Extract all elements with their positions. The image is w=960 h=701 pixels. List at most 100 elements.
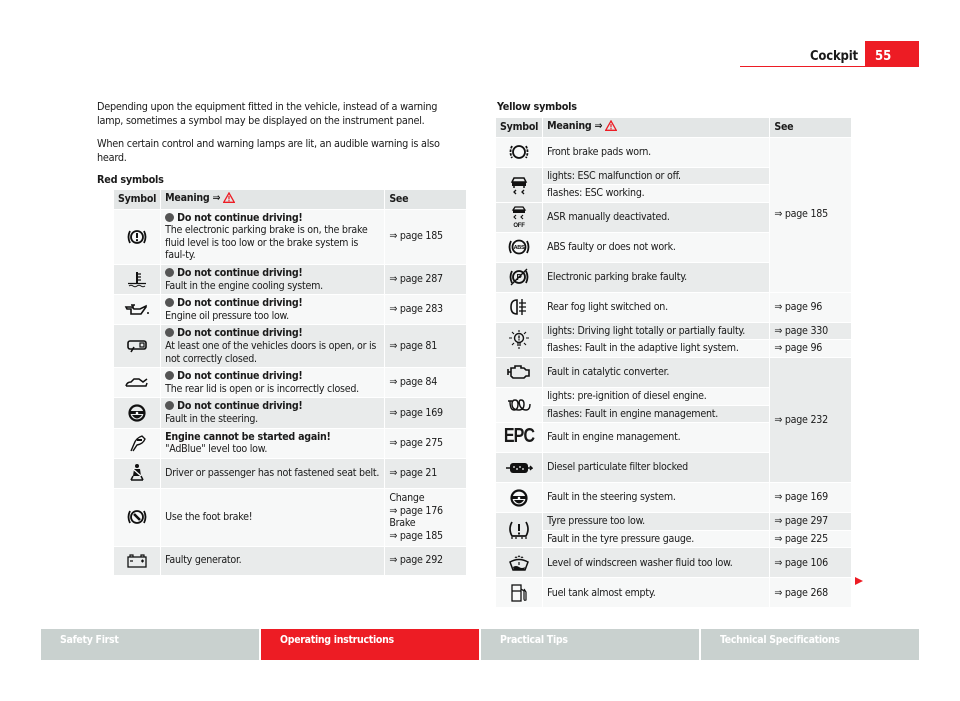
- row-title: Engine cannot be started again!: [165, 430, 331, 443]
- red-symbols-table: Symbol Meaning ⇒ See Do not continue dri…: [114, 190, 467, 576]
- table-row: Use the foot brake! Change ⇒ page 176 Br…: [114, 488, 467, 547]
- fuel-icon: [496, 577, 544, 609]
- footer-tab-practical-tips[interactable]: Practical Tips: [481, 629, 701, 660]
- footer-tab-technical-specifications[interactable]: Technical Specifications: [701, 629, 919, 660]
- page-reference[interactable]: ⇒ page 84: [384, 367, 467, 399]
- row-meaning: flashes: ESC working.: [542, 184, 771, 203]
- table-row: Do not continue driving! Engine oil press…: [114, 294, 467, 326]
- stop-icon: [165, 328, 175, 338]
- row-meaning: Front brake pads worn.: [542, 137, 771, 168]
- row-meaning: Do not continue driving! Fault in the eng…: [160, 264, 386, 296]
- page-reference[interactable]: ⇒ page 106: [769, 547, 852, 579]
- battery-icon: [114, 546, 162, 576]
- header-rule: [740, 66, 919, 67]
- page-reference-group: Change ⇒ page 176 Brake ⇒ page 185: [384, 488, 467, 547]
- table-row: Tyre pressure too low. ⇒ page 297: [496, 512, 852, 549]
- table-row: Do not continue driving! Fault in the eng…: [114, 264, 467, 296]
- table-row: Front brake pads worn. ⇒ page 185: [496, 137, 852, 293]
- page-reference[interactable]: ⇒ page 330: [769, 322, 852, 341]
- row-meaning: lights: Driving light totally or partial…: [542, 322, 771, 341]
- row-meaning: Do not continue driving! The electronic p…: [160, 209, 386, 265]
- footer-tab-safety-first[interactable]: Safety First: [41, 629, 261, 660]
- row-meaning: Do not continue driving! Engine oil press…: [160, 294, 386, 326]
- page-reference[interactable]: ⇒ page 292: [384, 546, 467, 576]
- row-meaning: Use the foot brake!: [160, 488, 386, 547]
- table-row: Do not continue driving! Fault in the ste…: [114, 397, 467, 429]
- warning-triangle-icon: [604, 119, 618, 135]
- intro-line: When certain control and warning lamps a…: [97, 137, 440, 150]
- page-reference[interactable]: ⇒ page 297: [769, 512, 852, 531]
- foot-brake-icon: [114, 488, 162, 547]
- table-header-row: Symbol Meaning ⇒ See: [114, 190, 467, 210]
- row-text: At least one of the vehicles doors is op…: [165, 339, 377, 365]
- row-text: Fault in the steering.: [165, 412, 258, 425]
- rear-fog-light-icon: [496, 292, 544, 323]
- row-meaning: Driver or passenger has not fastened sea…: [160, 458, 386, 489]
- page-reference[interactable]: ⇒ page 96: [769, 292, 852, 323]
- row-meaning: Engine cannot be started again! "AdBlue" …: [160, 428, 386, 459]
- page-reference[interactable]: ⇒ page 169: [384, 397, 467, 429]
- row-meaning: Fault in the steering system.: [542, 482, 771, 514]
- row-meaning: lights: ESC malfunction or off.: [542, 167, 771, 186]
- intro-paragraph-1: Depending upon the equipment fitted in t…: [97, 100, 437, 127]
- col-symbol: Symbol: [496, 118, 544, 138]
- table-row: Engine cannot be started again! "AdBlue" …: [114, 428, 467, 459]
- adblue-icon: [114, 428, 162, 459]
- page-reference[interactable]: ⇒ page 176: [389, 505, 462, 518]
- table-row: Faulty generator. ⇒ page 292: [114, 546, 467, 576]
- esc-icon: [496, 167, 544, 203]
- table-header-row: Symbol Meaning ⇒ See: [496, 118, 852, 138]
- col-symbol: Symbol: [114, 190, 162, 210]
- continue-arrow-icon: [855, 577, 863, 585]
- abs-icon: ABS: [496, 232, 544, 263]
- row-meaning: Level of windscreen washer fluid too low…: [542, 547, 771, 579]
- seat-belt-icon: [114, 458, 162, 489]
- col-meaning-label: Meaning ⇒: [165, 192, 221, 204]
- particulate-filter-icon: [496, 452, 544, 484]
- page-reference[interactable]: ⇒ page 287: [384, 264, 467, 296]
- row-meaning: Diesel particulate filter blocked: [542, 452, 771, 484]
- col-meaning-label: Meaning ⇒: [547, 120, 603, 132]
- page-reference[interactable]: ⇒ page 21: [384, 458, 467, 489]
- epc-icon: EPC: [496, 422, 544, 454]
- page-reference[interactable]: ⇒ page 283: [384, 294, 467, 326]
- row-title: Do not continue driving!: [177, 211, 303, 224]
- row-text: "AdBlue" level too low.: [165, 443, 268, 456]
- row-title: Do not continue driving!: [177, 400, 303, 413]
- table-row: Driver or passenger has not fastened sea…: [114, 458, 467, 489]
- page-reference[interactable]: ⇒ page 185: [384, 209, 467, 265]
- row-meaning: Rear fog light switched on.: [542, 292, 771, 323]
- page-reference[interactable]: ⇒ page 185: [769, 137, 852, 293]
- page-reference[interactable]: ⇒ page 232: [769, 357, 852, 484]
- intro-line: lamp, sometimes a symbol may be displaye…: [97, 113, 425, 127]
- row-meaning: lights: pre-ignition of diesel engine.: [542, 387, 771, 406]
- page-reference[interactable]: ⇒ page 225: [769, 530, 852, 549]
- footer-tab-operating-instructions[interactable]: Operating instructions: [261, 629, 481, 660]
- page-reference[interactable]: ⇒ page 275: [384, 428, 467, 459]
- row-meaning: Electronic parking brake faulty.: [542, 262, 771, 293]
- page-reference[interactable]: ⇒ page 169: [769, 482, 852, 514]
- washer-fluid-icon: [496, 547, 544, 579]
- page-reference[interactable]: ⇒ page 81: [384, 324, 467, 369]
- row-text: Faulty generator.: [165, 554, 242, 567]
- asr-off-icon: OFF: [496, 202, 544, 233]
- stop-icon: [165, 298, 175, 308]
- reference-label: Change: [389, 492, 425, 504]
- warning-triangle-icon: [222, 191, 236, 207]
- table-row: Do not continue driving! The electronic p…: [114, 209, 467, 265]
- page-reference[interactable]: ⇒ page 268: [769, 577, 852, 609]
- row-title: Do not continue driving!: [177, 266, 303, 279]
- row-meaning: Tyre pressure too low.: [542, 512, 771, 531]
- page-number: 55: [865, 41, 919, 67]
- row-meaning: ABS faulty or does not work.: [542, 232, 771, 263]
- row-meaning: flashes: Fault in engine management.: [542, 405, 771, 424]
- row-meaning: Do not continue driving! Fault in the ste…: [160, 397, 386, 429]
- page-reference[interactable]: ⇒ page 96: [769, 339, 852, 358]
- col-meaning: Meaning ⇒: [160, 190, 386, 210]
- page-reference[interactable]: ⇒ page 185: [389, 530, 462, 543]
- row-text: Engine oil pressure too low.: [165, 309, 289, 322]
- door-open-icon: [114, 324, 162, 369]
- parking-brake-faulty-icon: P: [496, 262, 544, 293]
- svg-text:OFF: OFF: [513, 223, 525, 229]
- table-row: Fault in catalytic converter. ⇒ page 232: [496, 357, 852, 484]
